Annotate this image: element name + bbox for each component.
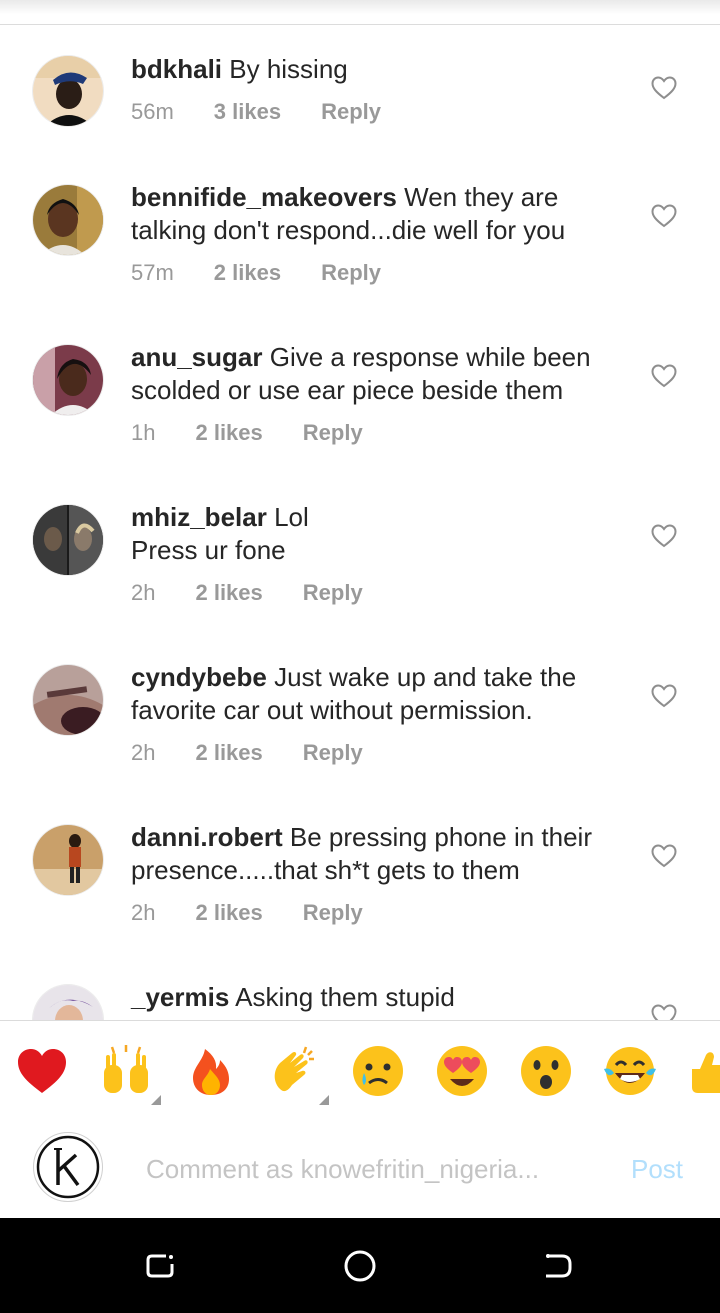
comment-item: danni.robert Be pressing phone in their …	[0, 822, 720, 985]
comment-text: bdkhali By hissing	[131, 53, 621, 86]
comments-list[interactable]: bdkhali By hissing 56m 3 likes Reply ben…	[0, 25, 720, 1020]
comment-time: 57m	[131, 260, 174, 285]
tears-of-joy-icon[interactable]	[602, 1043, 658, 1099]
avatar[interactable]	[33, 825, 103, 895]
avatar[interactable]	[33, 185, 103, 255]
comment-likes[interactable]: 2 likes	[195, 740, 262, 766]
comment-item: anu_sugar Give a response while been sco…	[0, 342, 720, 505]
heart-icon[interactable]	[651, 684, 677, 708]
comment-meta: 57m 2 likes Reply	[131, 260, 381, 286]
crying-face-icon[interactable]	[350, 1043, 406, 1099]
comment-text: anu_sugar Give a response while been sco…	[131, 341, 621, 407]
raised-hands-icon[interactable]	[98, 1043, 154, 1099]
comment-item: bennifide_makeovers Wen they are talking…	[0, 182, 720, 345]
heart-icon[interactable]	[651, 524, 677, 548]
comment-likes[interactable]: 2 likes	[214, 260, 281, 286]
comment-username[interactable]: mhiz_belar	[131, 502, 267, 532]
comment-body: Lol	[274, 502, 309, 532]
emoji-bar	[0, 1020, 720, 1119]
comment-item: bdkhali By hissing 56m 3 likes Reply	[0, 25, 720, 185]
back-icon[interactable]	[540, 1248, 576, 1284]
header-divider	[0, 0, 720, 25]
avatar[interactable]	[33, 345, 103, 415]
reply-button[interactable]: Reply	[303, 580, 363, 606]
system-navbar	[0, 1218, 720, 1313]
comment-username[interactable]: cyndybebe	[131, 662, 267, 692]
comment-likes[interactable]: 2 likes	[195, 420, 262, 446]
comment-body-line2: Press ur fone	[131, 535, 286, 565]
avatar[interactable]	[33, 985, 103, 1020]
skin-tone-indicator	[319, 1095, 329, 1105]
comment-username[interactable]: danni.robert	[131, 822, 283, 852]
reply-button[interactable]: Reply	[321, 260, 381, 286]
comment-likes[interactable]: 2 likes	[195, 900, 262, 926]
heart-icon[interactable]	[651, 364, 677, 388]
heart-icon[interactable]	[651, 76, 677, 100]
comment-text: bennifide_makeovers Wen they are talking…	[131, 181, 621, 247]
comment-input[interactable]	[144, 1148, 588, 1190]
comment-meta: 56m 3 likes Reply	[131, 99, 381, 125]
comment-item: cyndybebe Just wake up and take the favo…	[0, 662, 720, 825]
comment-time: 2h	[131, 740, 156, 765]
heart-icon[interactable]	[651, 1004, 677, 1020]
heart-eyes-icon[interactable]	[434, 1043, 490, 1099]
comment-likes[interactable]: 3 likes	[214, 99, 281, 125]
home-icon[interactable]	[342, 1248, 378, 1284]
clapping-hands-icon[interactable]	[266, 1043, 322, 1099]
recents-icon[interactable]	[142, 1248, 178, 1284]
comment-username[interactable]: bennifide_makeovers	[131, 182, 397, 212]
skin-tone-indicator	[151, 1095, 161, 1105]
comment-meta: 2h 2 likes Reply	[131, 580, 363, 606]
comment-time: 2h	[131, 900, 156, 925]
comment-text: cyndybebe Just wake up and take the favo…	[131, 661, 621, 727]
post-button[interactable]: Post	[631, 1154, 683, 1185]
reply-button[interactable]: Reply	[303, 740, 363, 766]
red-heart-icon[interactable]	[14, 1043, 70, 1099]
reply-button[interactable]: Reply	[303, 420, 363, 446]
comment-meta: 1h 2 likes Reply	[131, 420, 363, 446]
comment-username[interactable]: _yermis	[131, 982, 229, 1012]
heart-icon[interactable]	[651, 844, 677, 868]
my-avatar	[33, 1132, 103, 1202]
comment-username[interactable]: anu_sugar	[131, 342, 263, 372]
comment-text: mhiz_belar Lol Press ur fone	[131, 501, 621, 567]
comment-meta: 2h 2 likes Reply	[131, 740, 363, 766]
comment-meta: 2h 2 likes Reply	[131, 900, 363, 926]
comment-composer: Post	[0, 1118, 720, 1218]
avatar[interactable]	[33, 505, 103, 575]
comment-body: By hissing	[229, 54, 348, 84]
reply-button[interactable]: Reply	[303, 900, 363, 926]
comment-text: danni.robert Be pressing phone in their …	[131, 821, 621, 887]
reply-button[interactable]: Reply	[321, 99, 381, 125]
comment-likes[interactable]: 2 likes	[195, 580, 262, 606]
comment-time: 1h	[131, 420, 156, 445]
avatar[interactable]	[33, 56, 103, 126]
heart-icon[interactable]	[651, 204, 677, 228]
thumbs-up-icon[interactable]	[686, 1043, 720, 1099]
comment-text: _yermis Asking them stupid	[131, 981, 621, 1014]
comment-time: 2h	[131, 580, 156, 605]
avatar[interactable]	[33, 665, 103, 735]
astonished-face-icon[interactable]	[518, 1043, 574, 1099]
comment-item: _yermis Asking them stupid	[0, 982, 720, 1020]
comment-body: Asking them stupid	[235, 982, 455, 1012]
fire-icon[interactable]	[183, 1043, 239, 1099]
comment-username[interactable]: bdkhali	[131, 54, 222, 84]
comment-time: 56m	[131, 99, 174, 124]
comment-item: mhiz_belar Lol Press ur fone 2h 2 likes …	[0, 502, 720, 665]
